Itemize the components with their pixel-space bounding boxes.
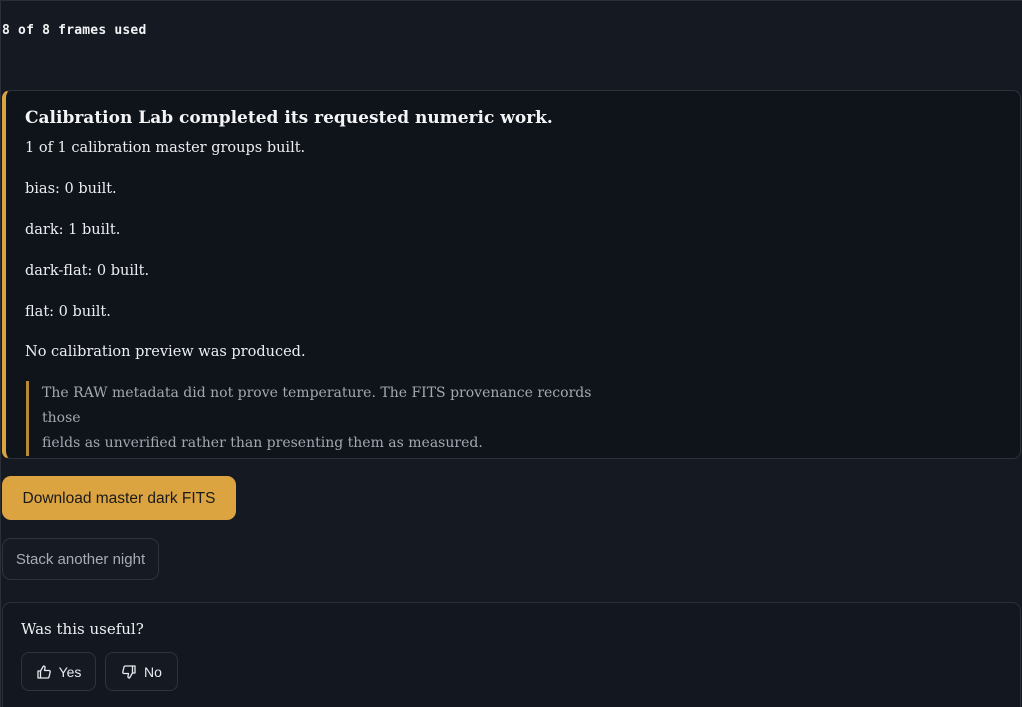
thumbs-down-icon: [121, 664, 137, 680]
download-master-dark-button[interactable]: Download master dark FITS: [2, 476, 236, 520]
feedback-no-label: No: [144, 663, 162, 680]
feedback-yes-button[interactable]: Yes: [21, 652, 96, 691]
provenance-note: The RAW metadata did not prove temperatu…: [26, 381, 622, 456]
feedback-question: Was this useful?: [21, 620, 144, 638]
feedback-no-button[interactable]: No: [105, 652, 178, 691]
feedback-panel: Was this useful? Yes No: [2, 602, 1021, 707]
frames-used-status: 8 of 8 frames used: [2, 23, 147, 38]
feedback-yes-label: Yes: [58, 663, 82, 680]
preview-line: No calibration preview was produced.: [25, 344, 306, 360]
result-title: Calibration Lab completed its requested …: [25, 108, 553, 128]
dark-flat-line: dark-flat: 0 built.: [25, 263, 150, 279]
note-line-1: The RAW metadata did not prove temperatu…: [42, 385, 592, 426]
thumbs-up-icon: [36, 664, 52, 680]
stack-another-night-button[interactable]: Stack another night: [2, 538, 159, 580]
result-card: Calibration Lab completed its requested …: [2, 90, 1021, 459]
dark-line: dark: 1 built.: [25, 222, 121, 238]
bias-line: bias: 0 built.: [25, 181, 117, 197]
app-frame: 8 of 8 frames used Calibration Lab compl…: [0, 0, 1022, 707]
flat-line: flat: 0 built.: [25, 304, 111, 320]
groups-built-line: 1 of 1 calibration master groups built.: [25, 140, 306, 156]
note-line-2: fields as unverified rather than present…: [42, 435, 483, 451]
